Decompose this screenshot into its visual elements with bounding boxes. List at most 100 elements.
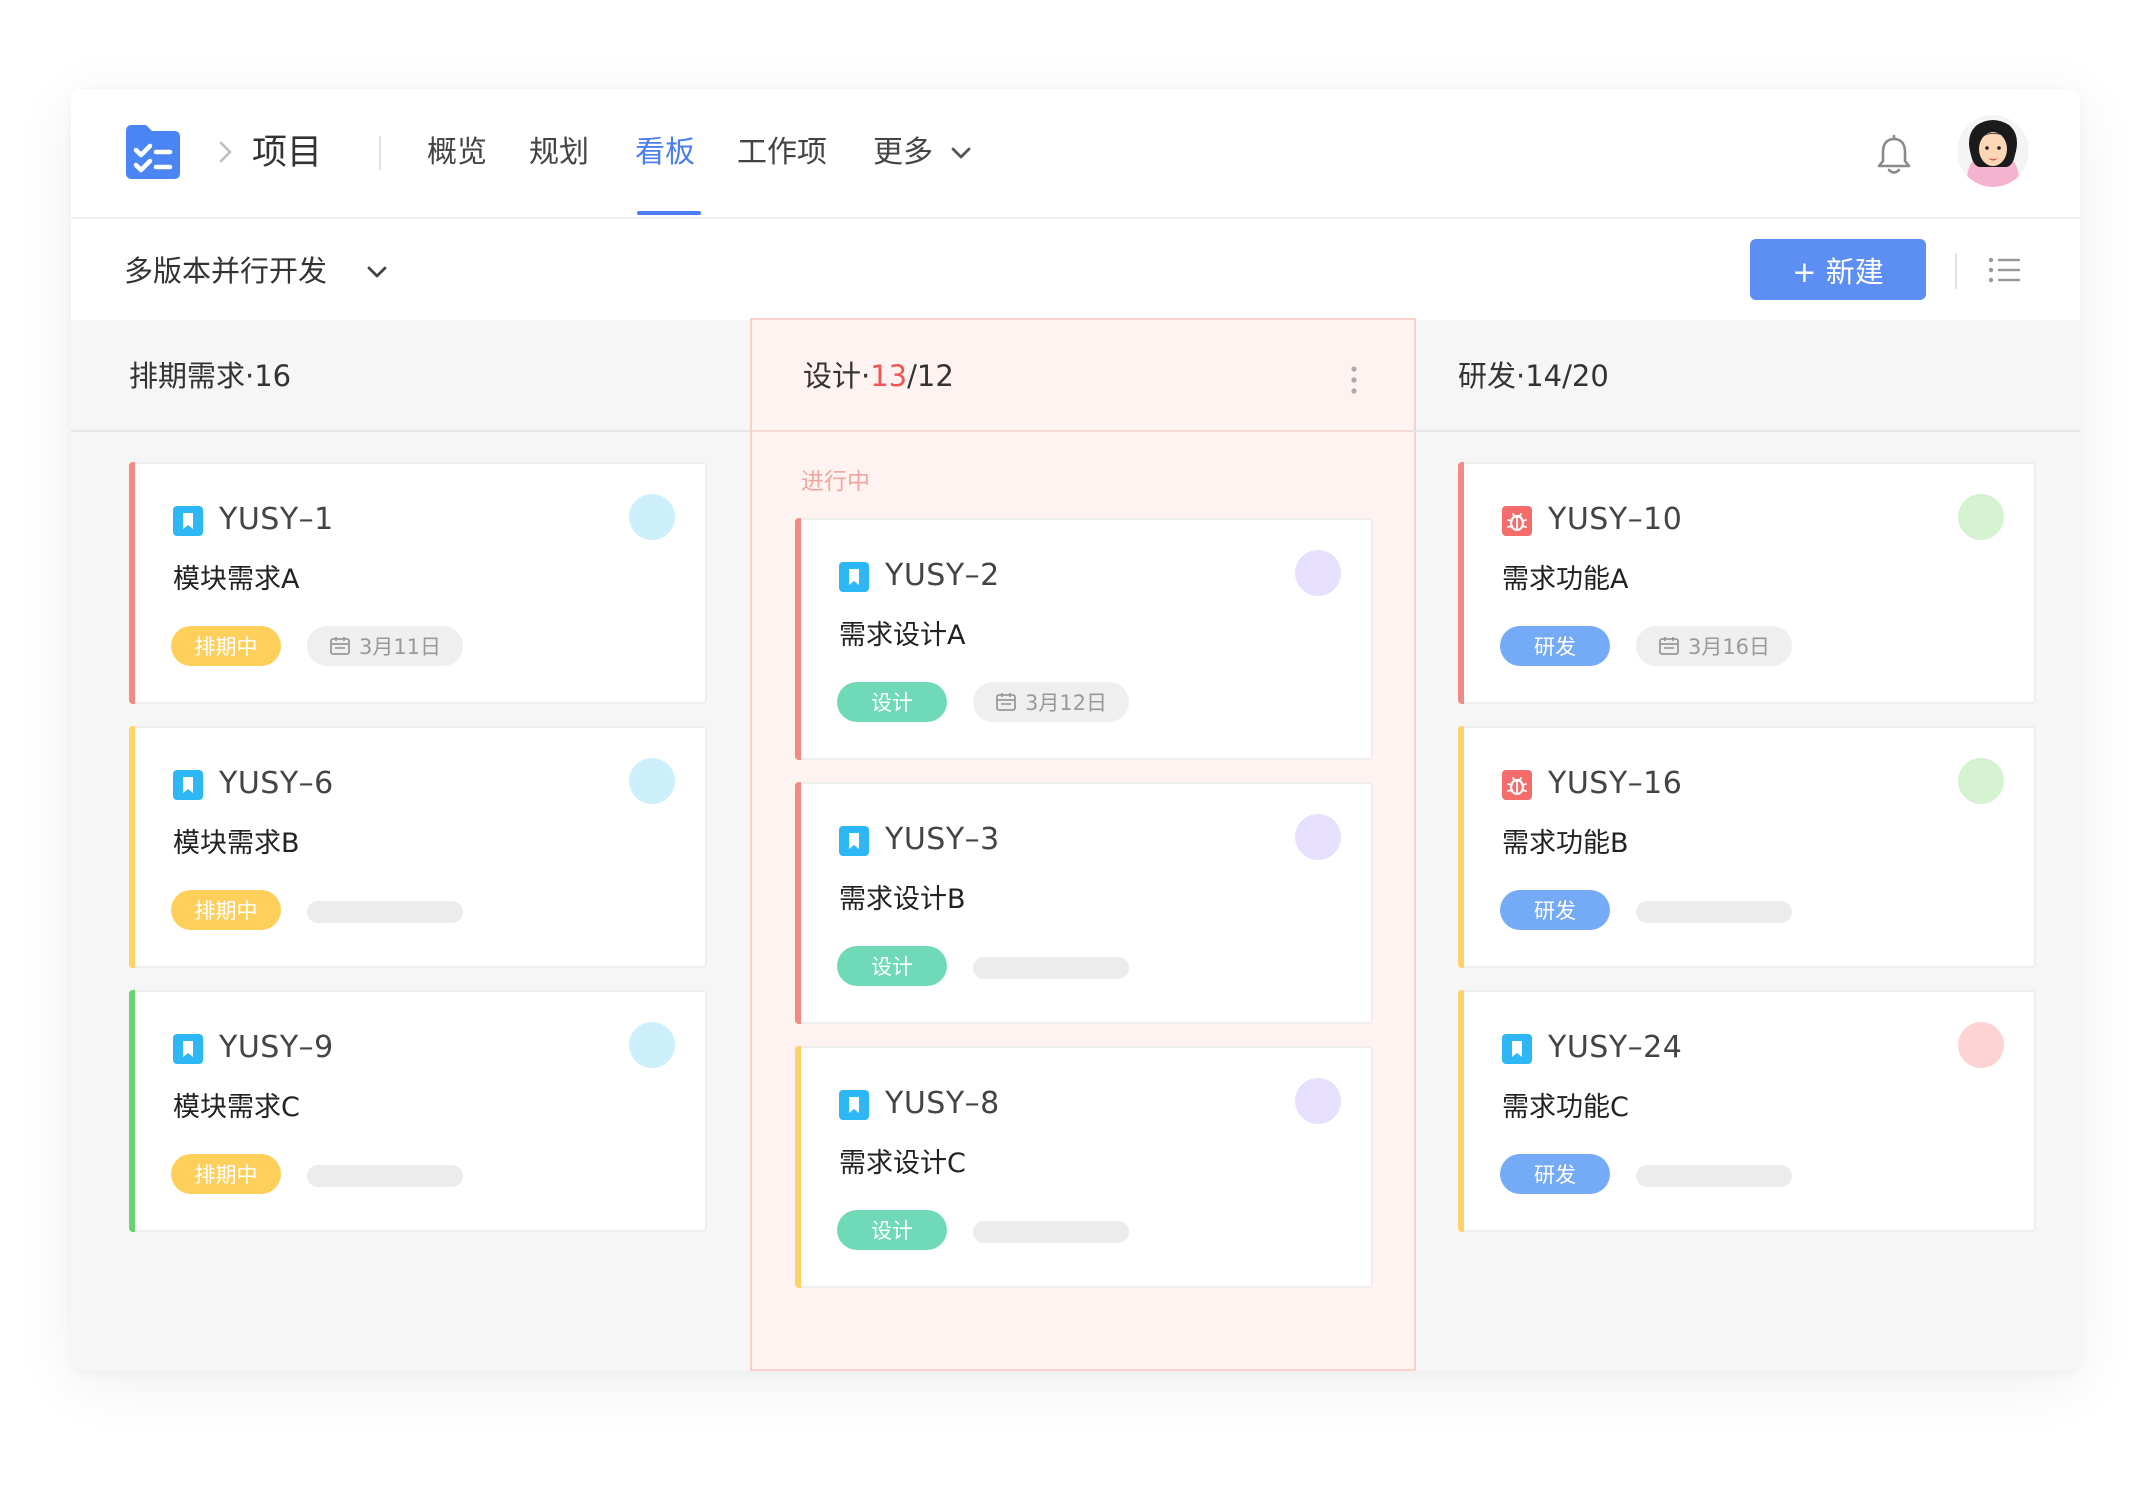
assignee-avatar[interactable] [1958,758,2004,804]
bookmark-icon [839,1090,869,1120]
card-yusy-24[interactable]: YUSY–24 需求功能C 研发 [1458,990,2036,1232]
card-title: 模块需求B [173,828,300,859]
placeholder-bar [973,1221,1129,1243]
more-vertical-icon[interactable] [1349,364,1359,396]
assignee-avatar[interactable] [1958,494,2004,540]
priority-bar [795,1046,801,1288]
card-yusy-2[interactable]: YUSY–2 需求设计A 设计 3月12日 [795,518,1373,760]
assignee-avatar[interactable] [1958,1022,2004,1068]
priority-bar [795,518,801,760]
bookmark-icon [1502,1034,1532,1064]
status-badge: 排期中 [171,890,281,930]
tab-work-items[interactable]: 工作项 [737,127,827,179]
status-badge: 排期中 [171,1154,281,1194]
priority-bar [1458,990,1464,1232]
column-title: 研发·14/20 [1458,359,1609,393]
status-badge: 设计 [837,946,947,986]
column-header: 设计·13/12 [752,320,1414,432]
chevron-down-icon[interactable] [947,139,975,167]
bell-icon[interactable] [1874,133,1914,177]
card-key: YUSY–1 [219,502,334,537]
status-badge: 排期中 [171,626,281,666]
tab-board[interactable]: 看板 [635,127,695,179]
card-key: YUSY–2 [885,558,1000,593]
active-tab-indicator [637,211,701,215]
task-folder-icon[interactable] [122,121,184,183]
kanban-board: 排期需求·16 YUSY–1 模块需求A 排期中 3月11日 YUSY–6 模块… [71,318,2080,1371]
card-yusy-8[interactable]: YUSY–8 需求设计C 设计 [795,1046,1373,1288]
card-key: YUSY–6 [219,766,334,801]
card-key: YUSY–16 [1548,766,1683,801]
wip-over-count: 13 [870,359,908,393]
assignee-avatar[interactable] [1295,1078,1341,1124]
bookmark-icon [173,506,203,536]
card-title: 模块需求A [173,564,300,595]
card-title: 需求功能A [1502,564,1629,595]
placeholder-bar [307,1165,463,1187]
card-title: 需求功能C [1502,1092,1629,1123]
column-scheduled: 排期需求·16 YUSY–1 模块需求A 排期中 3月11日 YUSY–6 模块… [71,320,752,1371]
status-badge: 设计 [837,1210,947,1250]
new-item-button[interactable]: + 新建 [1750,239,1926,300]
assignee-avatar[interactable] [1295,814,1341,860]
column-development: 研发·14/20 YUSY–10 需求功能A 研发 3月16日 YUSY–16 [1412,320,2080,1371]
card-yusy-10[interactable]: YUSY–10 需求功能A 研发 3月16日 [1458,462,2036,704]
bookmark-icon [839,562,869,592]
app-window: 项目 概览 规划 看板 工作项 更多 多版本并行开发 + 新建 排期需求·16 … [71,89,2080,1371]
status-badge: 研发 [1500,626,1610,666]
priority-bar [795,782,801,1024]
assignee-avatar[interactable] [1295,550,1341,596]
due-date: 3月12日 [973,682,1129,722]
tab-overview[interactable]: 概览 [427,127,487,179]
due-date: 3月16日 [1636,626,1792,666]
card-key: YUSY–24 [1548,1030,1683,1065]
column-title: 设计·13/12 [803,359,954,393]
card-yusy-9[interactable]: YUSY–9 模块需求C 排期中 [129,990,707,1232]
tab-more[interactable]: 更多 [873,127,933,179]
placeholder-bar [973,957,1129,979]
board-toolbar: 多版本并行开发 + 新建 [71,219,2080,325]
assignee-avatar[interactable] [629,1022,675,1068]
card-title: 需求设计B [839,884,966,915]
column-header: 研发·14/20 [1412,320,2080,432]
due-date-text: 3月11日 [358,635,442,659]
card-yusy-16[interactable]: YUSY–16 需求功能B 研发 [1458,726,2036,968]
card-title: 需求功能B [1502,828,1629,859]
card-yusy-1[interactable]: YUSY–1 模块需求A 排期中 3月11日 [129,462,707,704]
top-nav: 项目 概览 规划 看板 工作项 更多 [71,89,2080,219]
sub-status-label: 进行中 [801,469,870,495]
status-badge: 研发 [1500,890,1610,930]
placeholder-bar [307,901,463,923]
card-title: 模块需求C [173,1092,300,1123]
card-yusy-6[interactable]: YUSY–6 模块需求B 排期中 [129,726,707,968]
priority-bar [129,726,135,968]
priority-bar [129,462,135,704]
tab-planning[interactable]: 规划 [529,127,589,179]
calendar-icon [1659,637,1679,655]
bug-icon [1502,506,1532,536]
column-design: 设计·13/12 进行中 YUSY–2 需求设计A 设计 3月12日 YUSY–… [750,318,1416,1371]
card-key: YUSY–10 [1548,502,1683,537]
nav-divider [379,136,381,170]
due-date-text: 3月12日 [1024,691,1108,715]
chevron-down-icon[interactable] [362,257,392,287]
project-breadcrumb[interactable]: 项目 [252,127,322,179]
priority-bar [1458,462,1464,704]
list-view-icon[interactable] [1987,255,2021,285]
bookmark-icon [173,1034,203,1064]
due-date: 3月11日 [307,626,463,666]
assignee-avatar[interactable] [629,494,675,540]
placeholder-bar [1636,1165,1792,1187]
card-yusy-3[interactable]: YUSY–3 需求设计B 设计 [795,782,1373,1024]
avatar[interactable] [1957,115,2029,187]
bookmark-icon [173,770,203,800]
due-date-text: 3月16日 [1687,635,1771,659]
card-title: 需求设计C [839,1148,966,1179]
user-avatar-icon [1957,115,2029,187]
assignee-avatar[interactable] [629,758,675,804]
priority-bar [1458,726,1464,968]
calendar-icon [996,693,1016,711]
card-key: YUSY–8 [885,1086,1000,1121]
version-selector[interactable]: 多版本并行开发 [124,243,327,299]
card-key: YUSY–9 [219,1030,334,1065]
